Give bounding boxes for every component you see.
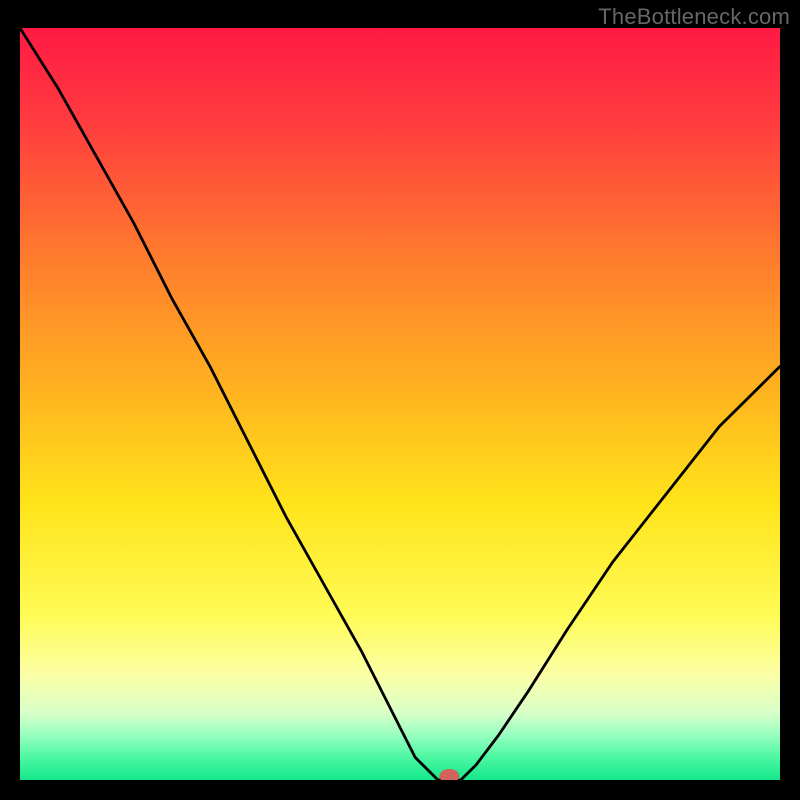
gradient-rect bbox=[20, 28, 780, 780]
chart-frame: TheBottleneck.com bbox=[0, 0, 800, 800]
watermark-text: TheBottleneck.com bbox=[598, 4, 790, 30]
plot-area bbox=[20, 28, 780, 780]
plot-svg bbox=[20, 28, 780, 780]
